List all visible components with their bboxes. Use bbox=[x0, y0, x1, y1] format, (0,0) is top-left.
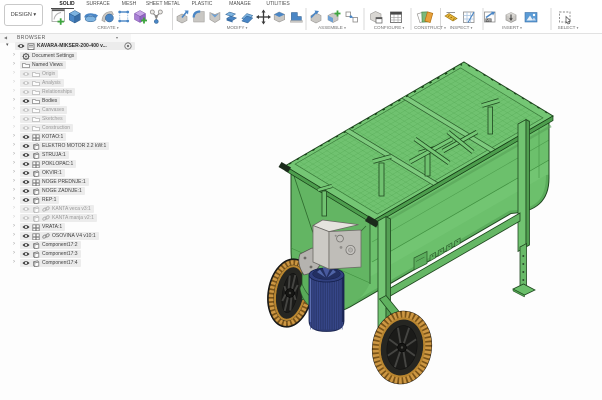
svg-text:MB: MB bbox=[486, 18, 491, 22]
